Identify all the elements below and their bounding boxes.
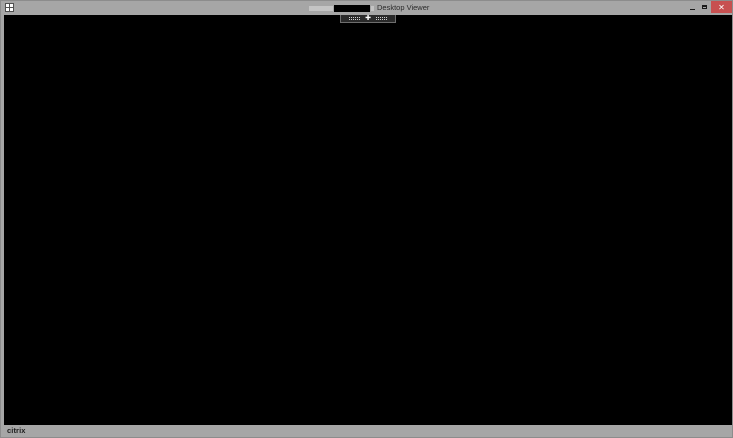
window-app-icon[interactable] xyxy=(5,3,14,12)
citrix-logo: citrix xyxy=(7,426,26,435)
minimize-button[interactable] xyxy=(687,1,698,13)
title-bar[interactable]: Desktop Viewer ✕ xyxy=(1,1,732,15)
maximize-icon xyxy=(702,5,707,9)
redacted-title-segment xyxy=(309,5,333,11)
remote-desktop-area[interactable] xyxy=(4,15,732,425)
redacted-title-segment xyxy=(334,4,370,12)
window-title-text: Desktop Viewer xyxy=(377,3,430,12)
close-button[interactable]: ✕ xyxy=(711,1,732,13)
grip-icon xyxy=(375,17,387,20)
minimize-icon xyxy=(690,8,695,10)
status-bar: citrix xyxy=(1,425,732,437)
window-title: Desktop Viewer xyxy=(309,3,429,13)
redacted-title-segment xyxy=(371,5,374,11)
grip-icon xyxy=(349,17,361,20)
close-icon: ✕ xyxy=(718,2,725,12)
move-icon[interactable]: ✚ xyxy=(365,15,371,22)
desktop-viewer-window: Desktop Viewer ✕ ✚ citrix xyxy=(0,0,733,438)
citrix-toolbar-tab[interactable]: ✚ xyxy=(340,15,396,23)
maximize-button[interactable] xyxy=(699,1,710,13)
